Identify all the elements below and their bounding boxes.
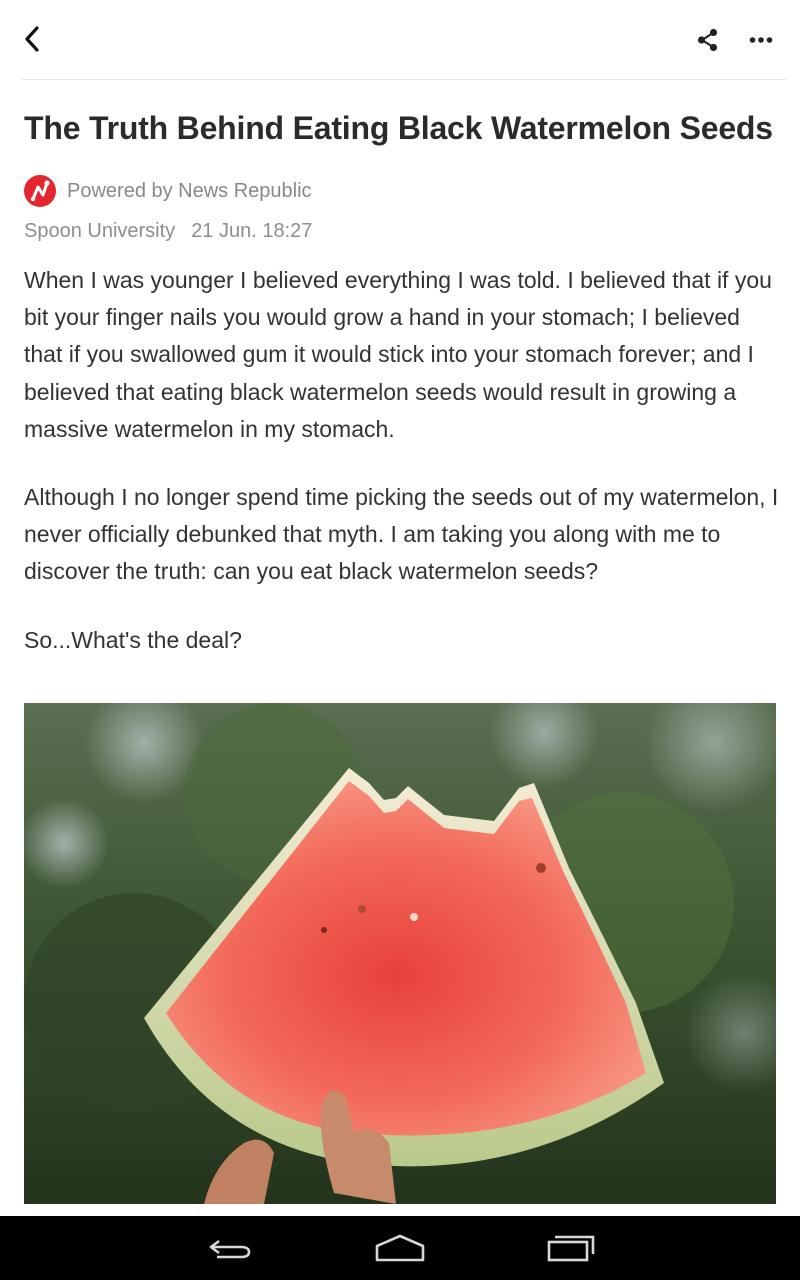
news-republic-logo — [24, 175, 56, 207]
system-navigation-bar — [0, 1216, 800, 1280]
source-name[interactable]: Spoon University — [24, 220, 175, 242]
nav-home-button[interactable] — [360, 1226, 440, 1270]
article-image-watermelon[interactable] — [24, 703, 776, 1204]
nav-recent-apps-icon — [547, 1235, 595, 1262]
header-divider — [22, 79, 786, 80]
top-app-bar — [0, 0, 800, 80]
share-icon — [697, 28, 718, 52]
article-paragraph: When I was younger I believed everything… — [24, 267, 772, 442]
nav-home-icon — [375, 1234, 425, 1262]
nav-back-icon — [209, 1239, 251, 1259]
article-paragraph: Although I no longer spend time picking … — [24, 484, 779, 585]
article-title: The Truth Behind Eating Black Watermelon… — [24, 110, 773, 146]
more-options-button[interactable] — [740, 20, 782, 60]
powered-by-row: Powered by News Republic — [24, 174, 312, 208]
nav-back-button[interactable] — [190, 1226, 270, 1270]
article-meta: Spoon University 21 Jun. 18:27 — [24, 220, 312, 243]
nav-recent-apps-button[interactable] — [531, 1226, 611, 1270]
article-paragraph: So...What's the deal? — [24, 627, 242, 653]
chevron-left-icon — [25, 26, 39, 52]
back-button[interactable] — [14, 20, 50, 58]
publish-date: 21 Jun. 18:27 — [191, 220, 313, 242]
more-horizontal-icon — [749, 37, 773, 43]
share-button[interactable] — [688, 20, 728, 60]
watermelon-photo — [24, 703, 776, 1204]
powered-by-text: Powered by News Republic — [67, 179, 312, 202]
